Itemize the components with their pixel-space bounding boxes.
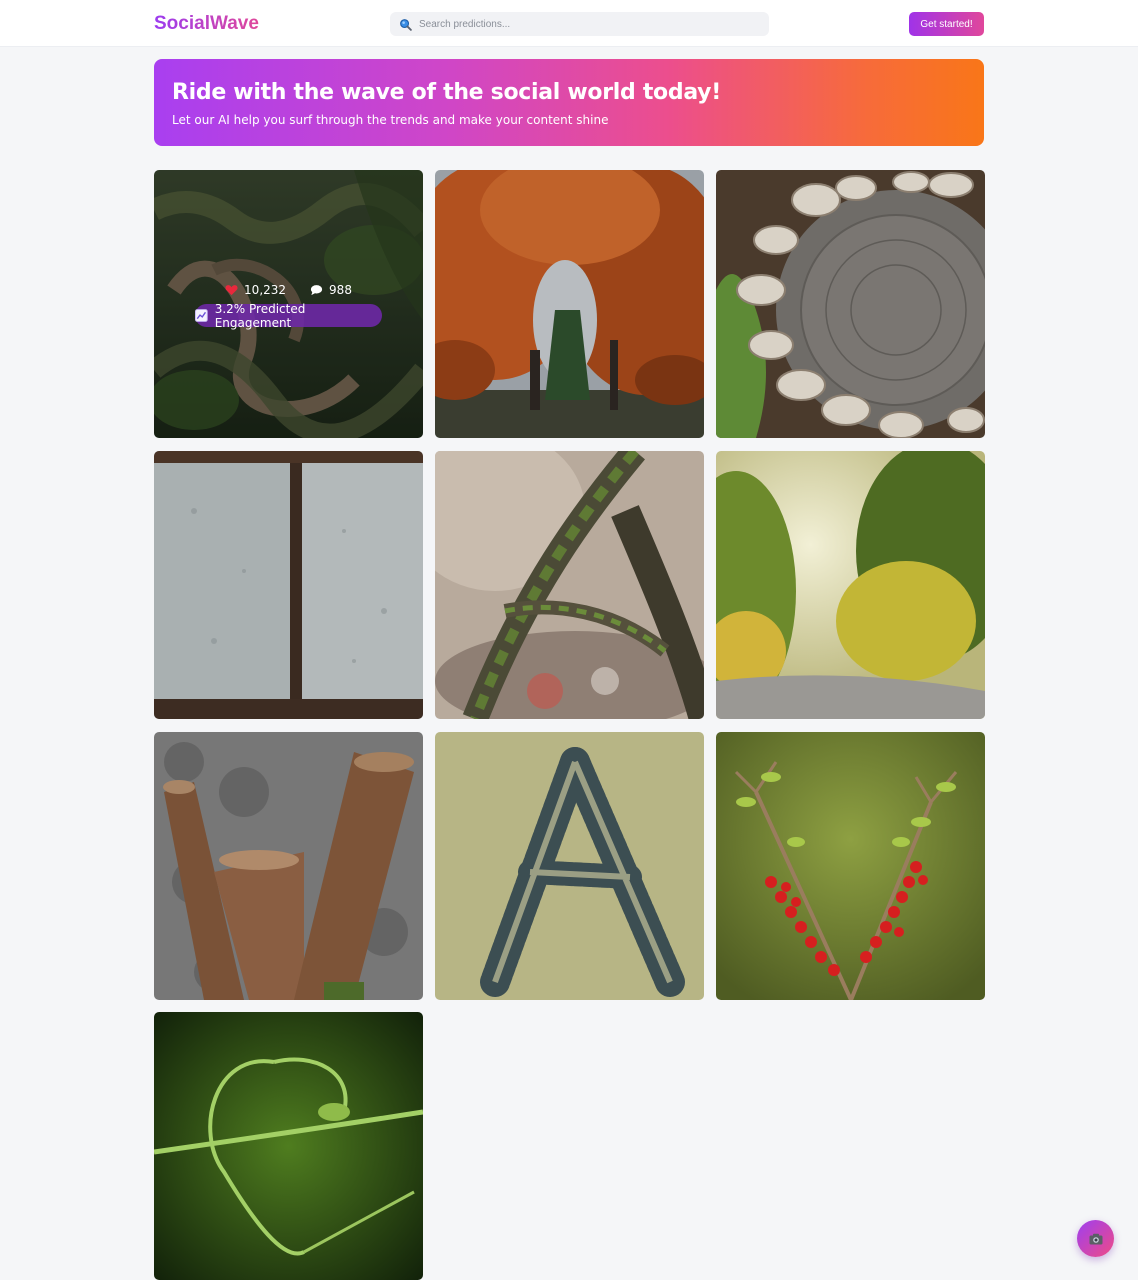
post-tile[interactable] <box>154 1012 423 1280</box>
post-tile[interactable] <box>435 732 704 1000</box>
post-image <box>435 170 704 438</box>
post-tile[interactable] <box>154 732 423 1000</box>
search-icon <box>400 18 412 31</box>
post-tile[interactable] <box>716 732 985 1000</box>
hero-subtitle: Let our AI help you surf through the tre… <box>172 113 609 127</box>
comments-count: 988 <box>329 283 352 297</box>
post-image <box>435 451 704 719</box>
post-tile[interactable] <box>716 451 985 719</box>
search-bar[interactable] <box>390 12 769 36</box>
search-input[interactable] <box>419 18 749 30</box>
post-image <box>716 451 985 719</box>
heart-icon <box>225 285 238 296</box>
post-tile[interactable] <box>435 170 704 438</box>
top-navbar: SocialWave Get started! <box>0 0 1138 47</box>
post-image <box>154 451 423 719</box>
hero-banner: Ride with the wave of the social world t… <box>154 59 984 146</box>
brand-logo[interactable]: SocialWave <box>154 13 259 35</box>
chart-icon <box>195 309 208 322</box>
post-tile[interactable] <box>716 170 985 438</box>
comment-icon <box>310 285 323 296</box>
post-stats: 10,232 988 <box>154 283 423 297</box>
likes-stat: 10,232 <box>225 283 286 297</box>
get-started-button[interactable]: Get started! <box>909 12 984 36</box>
post-image <box>716 170 985 438</box>
post-tile[interactable]: 10,232 988 3.2% Predicted Engagement <box>154 170 423 438</box>
engagement-label: 3.2% Predicted Engagement <box>214 301 306 330</box>
post-image <box>435 732 704 1000</box>
likes-count: 10,232 <box>244 283 287 297</box>
comments-stat: 988 <box>310 283 352 297</box>
post-image <box>154 732 423 1000</box>
hero-title: Ride with the wave of the social world t… <box>172 80 721 105</box>
post-image <box>154 1012 423 1280</box>
engagement-badge: 3.2% Predicted Engagement <box>195 301 382 330</box>
post-tile[interactable] <box>435 451 704 719</box>
post-image <box>716 732 985 1000</box>
post-tile[interactable] <box>154 451 423 719</box>
camera-icon <box>1089 1233 1102 1244</box>
camera-fab-button[interactable] <box>1077 1220 1114 1257</box>
